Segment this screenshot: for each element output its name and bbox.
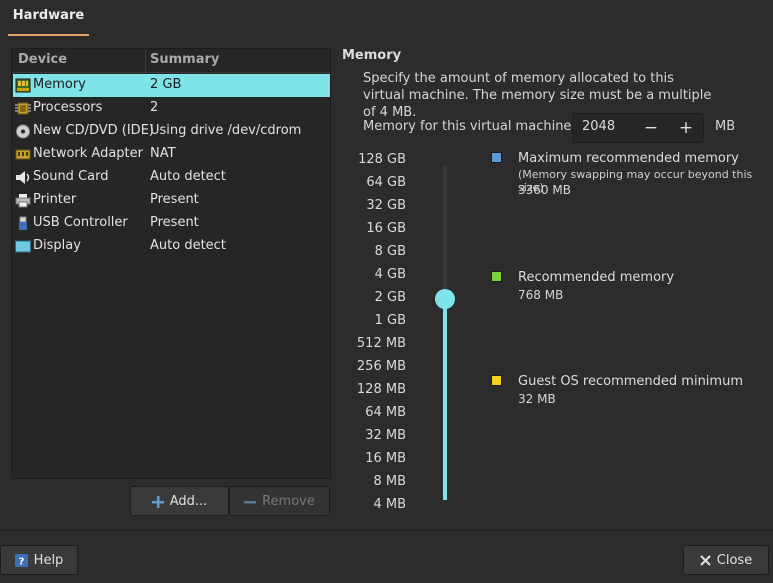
guest-minimum-title: Guest OS recommended minimum — [518, 374, 743, 389]
memory-slider-handle[interactable] — [435, 289, 455, 309]
processor-icon — [15, 102, 31, 115]
network-adapter-icon — [15, 149, 31, 160]
memory-scale-label: 2 GB — [374, 290, 406, 305]
device-name: Memory — [33, 77, 86, 92]
device-summary: Auto detect — [150, 238, 226, 253]
memory-increment-button[interactable]: + — [671, 115, 701, 141]
help-button-label: Help — [33, 553, 64, 568]
guest-minimum-value: 32 MB — [518, 392, 556, 406]
minus-icon — [244, 500, 257, 503]
device-summary: Auto detect — [150, 169, 226, 184]
dialog-footer: ? Help Close — [0, 530, 773, 583]
add-device-button[interactable]: Add... — [130, 486, 229, 516]
memory-spin-field: 2048 − + — [572, 113, 704, 143]
device-summary: NAT — [150, 146, 176, 161]
memory-scale-label: 1 GB — [374, 313, 406, 328]
max-recommended-marker — [491, 152, 502, 163]
usb-icon — [19, 216, 27, 230]
device-summary: 2 GB — [150, 77, 182, 92]
svg-text:?: ? — [18, 557, 24, 568]
device-name: Network Adapter — [33, 146, 143, 161]
recommended-value: 768 MB — [518, 288, 564, 302]
device-summary: Present — [150, 215, 199, 230]
device-summary: Using drive /dev/cdrom — [150, 123, 302, 138]
device-name: Processors — [33, 100, 103, 115]
device-name: Display — [33, 238, 81, 253]
device-row-printer[interactable]: Printer Present — [13, 189, 330, 212]
cd-dvd-icon — [16, 124, 30, 139]
memory-scale-label: 256 MB — [356, 359, 406, 374]
recommended-title: Recommended memory — [518, 270, 675, 285]
add-button-label: Add... — [169, 494, 208, 509]
max-recommended-value: 3360 MB — [518, 183, 571, 197]
close-button[interactable]: Close — [683, 545, 769, 575]
device-name: Printer — [33, 192, 77, 207]
memory-size-input[interactable]: 2048 — [582, 119, 615, 134]
close-icon — [700, 555, 711, 566]
device-row-memory[interactable]: Memory 2 GB — [13, 74, 330, 97]
memory-decrement-button[interactable]: − — [636, 115, 666, 141]
printer-icon — [15, 194, 31, 208]
device-row-processors[interactable]: Processors 2 — [13, 97, 330, 120]
device-summary: 2 — [150, 100, 159, 115]
device-name: USB Controller — [33, 215, 128, 230]
memory-scale-label: 16 MB — [365, 451, 406, 466]
column-header-summary[interactable]: Summary — [150, 52, 219, 67]
memory-section-title: Memory — [342, 48, 402, 63]
device-row-display[interactable]: Display Auto detect — [13, 235, 330, 258]
recommended-marker — [491, 271, 502, 282]
memory-scale-label: 32 MB — [365, 428, 406, 443]
tab-bar: Hardware — [0, 0, 773, 36]
column-header-device[interactable]: Device — [18, 52, 67, 67]
device-name: Sound Card — [33, 169, 109, 184]
memory-scale-label: 4 MB — [373, 497, 406, 512]
help-button[interactable]: ? Help — [0, 545, 78, 575]
memory-scale-label: 512 MB — [356, 336, 406, 351]
memory-scale-label: 16 GB — [366, 221, 406, 236]
memory-scale-label: 128 GB — [358, 152, 406, 167]
display-icon — [15, 240, 31, 253]
help-icon: ? — [14, 554, 28, 568]
memory-chip-icon — [15, 78, 31, 93]
max-recommended-title: Maximum recommended memory — [518, 151, 739, 166]
column-separator — [145, 49, 146, 72]
memory-scale-label: 32 GB — [366, 198, 406, 213]
hardware-content: Device Summary Memory 2 GB Processors 2 … — [0, 36, 773, 530]
memory-scale-label: 8 GB — [374, 244, 406, 259]
device-table: Device Summary Memory 2 GB Processors 2 … — [11, 48, 331, 479]
guest-minimum-marker — [491, 375, 502, 386]
plus-icon — [151, 495, 164, 508]
memory-scale-label: 128 MB — [356, 382, 406, 397]
close-button-label: Close — [716, 553, 753, 568]
memory-unit-label: MB — [715, 119, 736, 134]
device-row-network-adapter[interactable]: Network Adapter NAT — [13, 143, 330, 166]
memory-scale-label: 8 MB — [373, 474, 406, 489]
table-header: Device Summary — [12, 49, 330, 73]
device-row-usb-controller[interactable]: USB Controller Present — [13, 212, 330, 235]
device-row-sound-card[interactable]: Sound Card Auto detect — [13, 166, 330, 189]
remove-button-label: Remove — [262, 494, 315, 509]
speaker-icon — [16, 171, 30, 184]
device-name: New CD/DVD (IDE) — [33, 123, 154, 138]
memory-slider-fill — [443, 299, 447, 500]
memory-field-label: Memory for this virtual machine: — [363, 119, 576, 134]
device-row-cd-dvd[interactable]: New CD/DVD (IDE) Using drive /dev/cdrom — [13, 120, 330, 143]
memory-scale-label: 4 GB — [374, 267, 406, 282]
device-summary: Present — [150, 192, 199, 207]
tab-hardware[interactable]: Hardware — [8, 0, 89, 36]
memory-scale-label: 64 MB — [365, 405, 406, 420]
remove-device-button[interactable]: Remove — [229, 486, 330, 516]
memory-scale-label: 64 GB — [366, 175, 406, 190]
